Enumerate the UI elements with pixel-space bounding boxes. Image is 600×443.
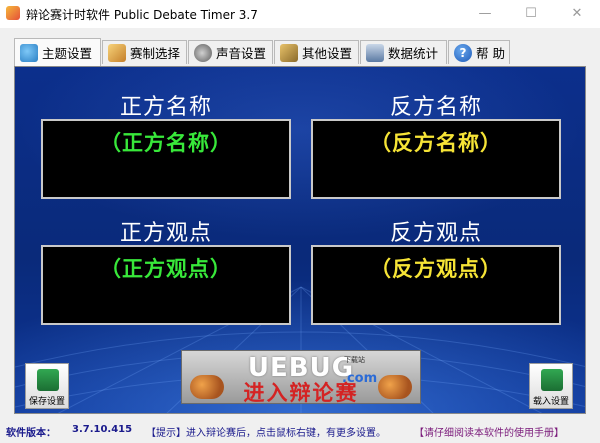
tab-help[interactable]: ? 帮 助 [448,40,510,64]
negative-view-value: （反方观点） [370,256,502,281]
affirmative-name-label: 正方名称 [119,95,212,120]
tab-label: 主题设置 [42,46,93,61]
tab-label: 赛制选择 [130,46,181,61]
status-bar: 软件版本： 3.7.10.415 【提示】进入辩论赛后，点击鼠标右键，有更多设置… [0,418,600,443]
tools-icon [280,43,298,62]
minimize-button[interactable]: — [462,0,508,28]
negative-name-label: 反方名称 [389,95,482,120]
enter-debate-button[interactable]: UEBUG 下载站 .com 进入辩论赛 [181,350,421,405]
affirmative-view-label: 正方观点 [119,221,212,246]
tip-text: 【提示】进入辩论赛后，点击鼠标右键，有更多设置。 [146,428,386,439]
load-settings-button[interactable]: 载入设置 [529,363,573,409]
app-icon [6,6,20,20]
version-label: 软件版本： [6,428,56,439]
affirmative-view-value: （正方观点） [100,256,232,281]
enter-debate-label: 进入辩论赛 [243,380,359,405]
help-icon: ? [454,43,472,62]
negative-view-label: 反方观点 [389,221,482,246]
tab-label: 帮 助 [476,46,505,61]
tab-label: 声音设置 [216,46,267,61]
manual-link[interactable]: 【请仔细阅读本软件的使用手册】 [414,424,564,439]
tab-label: 其他设置 [302,46,353,61]
tab-format-select[interactable]: 赛制选择 [102,40,187,64]
save-settings-button[interactable]: 保存设置 [25,363,69,409]
negative-view-box[interactable]: （反方观点） [311,245,561,325]
close-button[interactable]: ✕ [554,0,600,28]
theme-settings-panel: 正方名称 （正方名称） 反方名称 （反方名称） 正方观点 （正方观点） 反方观点… [14,66,586,414]
save-settings-label: 保存设置 [28,397,65,407]
tab-theme-settings[interactable]: 主题设置 [14,38,101,66]
watermark-small-text: 下载站 [344,356,365,364]
version-value: 3.7.10.415 [72,424,133,435]
negative-name-value: （反方名称） [370,130,502,155]
save-icon [37,369,59,391]
window-title: 辩论赛计时软件 Public Debate Timer 3.7 [26,8,258,22]
tab-sound-settings[interactable]: 声音设置 [188,40,273,64]
database-icon [366,43,384,62]
speaker-icon [194,43,212,62]
tab-label: 数据统计 [388,46,439,61]
tab-bar: 主题设置 赛制选择 声音设置 其他设置 数据统计 ? 帮 助 [14,38,586,66]
format-select-icon [108,43,126,62]
affirmative-view-box[interactable]: （正方观点） [41,245,291,325]
maximize-button[interactable]: ☐ [508,0,554,28]
affirmative-name-box[interactable]: （正方名称） [41,119,291,199]
load-icon [541,369,563,391]
theme-settings-icon [20,43,38,62]
load-settings-label: 载入设置 [532,397,569,407]
affirmative-name-value: （正方名称） [100,130,232,155]
tab-other-settings[interactable]: 其他设置 [274,40,359,64]
tab-statistics[interactable]: 数据统计 [360,40,447,64]
negative-name-box[interactable]: （反方名称） [311,119,561,199]
title-bar: 辩论赛计时软件 Public Debate Timer 3.7 — ☐ ✕ [0,0,600,28]
